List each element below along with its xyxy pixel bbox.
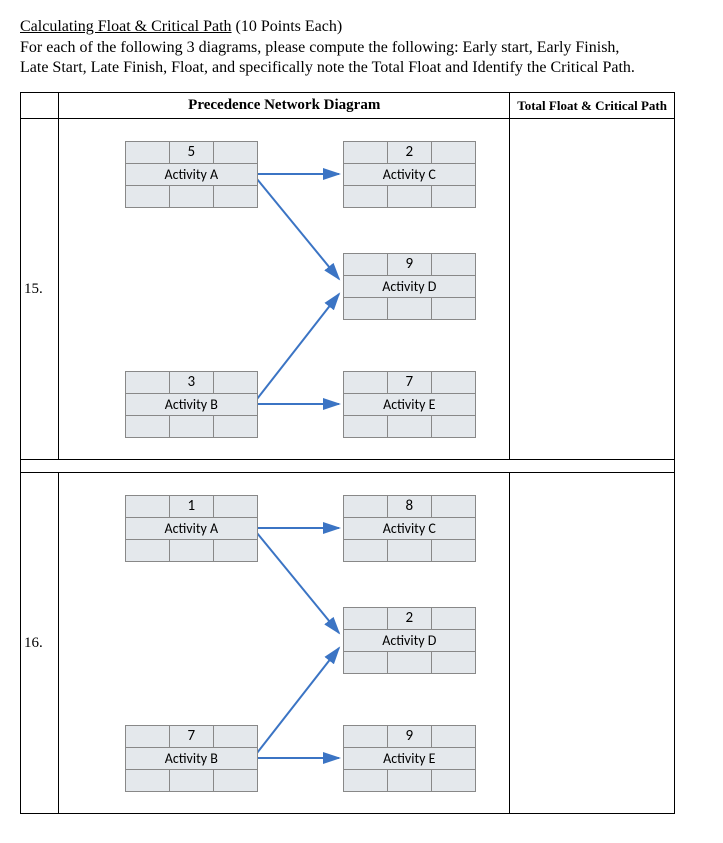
- problems-table: Precedence Network Diagram Total Float &…: [20, 92, 675, 814]
- table-row: 16. 1 Activity A: [21, 473, 675, 814]
- table-row: 15.: [21, 119, 675, 460]
- question-number: 15.: [21, 119, 59, 460]
- title-underlined: Calculating Float & Critical Path: [20, 18, 232, 35]
- duration-D: 9: [387, 253, 432, 276]
- label-A: Activity A: [125, 517, 258, 540]
- instructions-line1: For each of the following 3 diagrams, pl…: [20, 39, 619, 56]
- answer-cell-16: [510, 473, 675, 814]
- duration-E: 9: [387, 725, 432, 748]
- table-header-row: Precedence Network Diagram Total Float &…: [21, 93, 675, 119]
- label-D: Activity D: [343, 275, 476, 298]
- diagram-cell-15: 5 Activity A 3 Activity B 2 Activity C: [59, 119, 510, 460]
- duration-A: 1: [169, 495, 214, 518]
- label-A: Activity A: [125, 163, 258, 186]
- instructions-line2: Late Start, Late Finish, Float, and spec…: [20, 59, 635, 76]
- diagram-cell-16: 1 Activity A 7 Activity B 8 Activity C 2…: [59, 473, 510, 814]
- activity-box-A: 5 Activity A: [125, 141, 257, 207]
- activity-box-C: 8 Activity C: [343, 495, 475, 561]
- activity-box-D: 9 Activity D: [343, 253, 475, 319]
- label-C: Activity C: [343, 517, 476, 540]
- duration-B: 7: [169, 725, 214, 748]
- duration-B: 3: [169, 371, 214, 394]
- title-points: (10 Points Each): [232, 18, 343, 35]
- duration-C: 2: [387, 141, 432, 164]
- precedence-diagram-15: 5 Activity A 3 Activity B 2 Activity C: [59, 119, 499, 459]
- activity-box-E: 9 Activity E: [343, 725, 475, 791]
- label-B: Activity B: [125, 393, 258, 416]
- instructions: For each of the following 3 diagrams, pl…: [20, 38, 703, 78]
- precedence-diagram-16: 1 Activity A 7 Activity B 8 Activity C 2…: [59, 473, 499, 813]
- activity-box-D: 2 Activity D: [343, 607, 475, 673]
- col-header-blank: [21, 93, 59, 119]
- col-header-answer: Total Float & Critical Path: [510, 93, 675, 119]
- label-E: Activity E: [343, 393, 476, 416]
- label-D: Activity D: [343, 629, 476, 652]
- label-B: Activity B: [125, 747, 258, 770]
- page-title: Calculating Float & Critical Path (10 Po…: [20, 18, 703, 36]
- col-header-diagram: Precedence Network Diagram: [59, 93, 510, 119]
- activity-box-A: 1 Activity A: [125, 495, 257, 561]
- duration-D: 2: [387, 607, 432, 630]
- activity-box-B: 3 Activity B: [125, 371, 257, 437]
- label-E: Activity E: [343, 747, 476, 770]
- activity-box-C: 2 Activity C: [343, 141, 475, 207]
- label-C: Activity C: [343, 163, 476, 186]
- question-number: 16.: [21, 473, 59, 814]
- answer-cell-15: [510, 119, 675, 460]
- activity-box-B: 7 Activity B: [125, 725, 257, 791]
- activity-box-E: 7 Activity E: [343, 371, 475, 437]
- duration-C: 8: [387, 495, 432, 518]
- duration-A: 5: [169, 141, 214, 164]
- duration-E: 7: [387, 371, 432, 394]
